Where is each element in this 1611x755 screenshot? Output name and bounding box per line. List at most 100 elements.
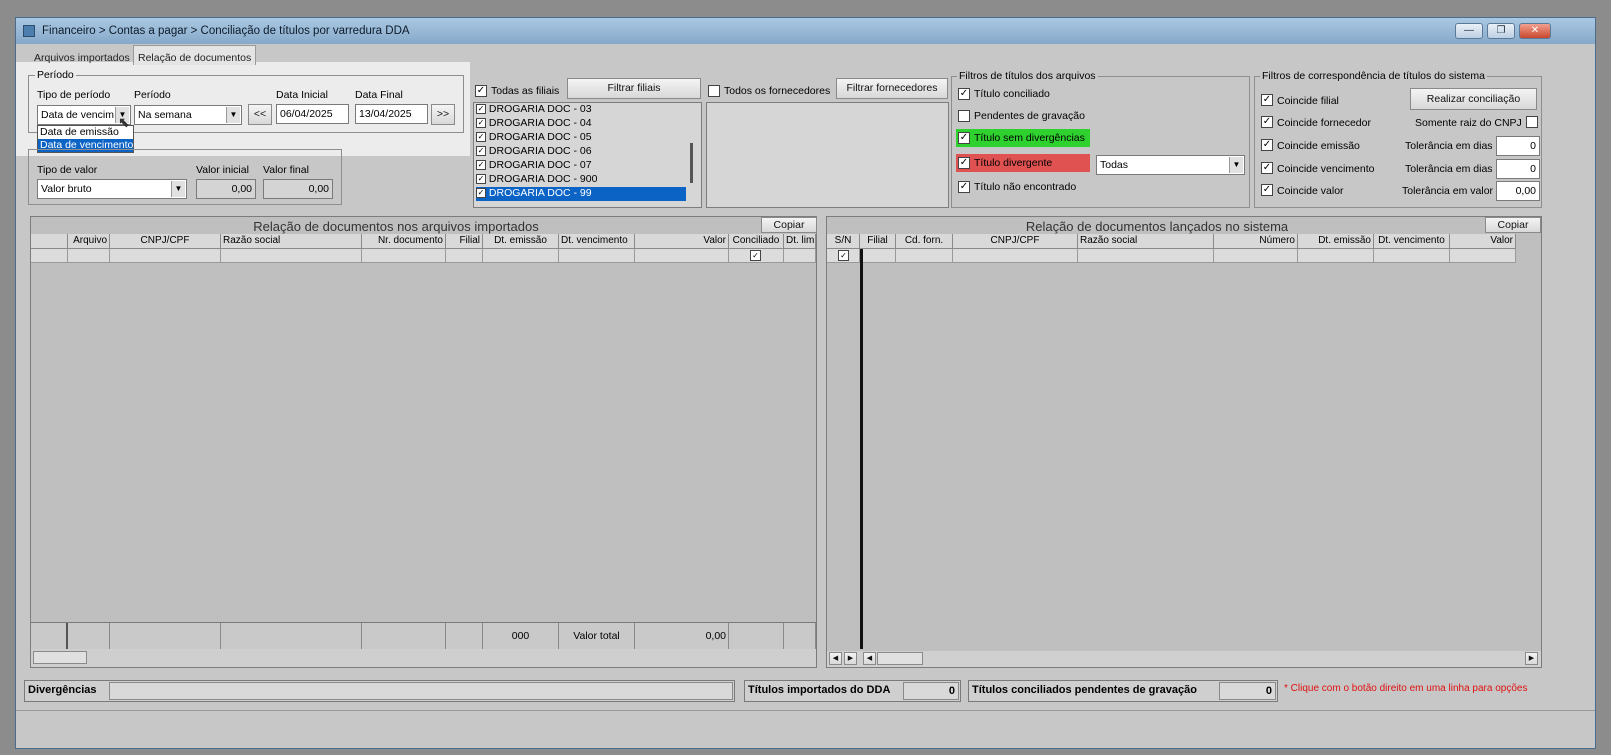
coincide-fornecedor-checkbox[interactable]: ✓ [1261, 116, 1273, 128]
column-header-arquivo[interactable]: Arquivo [68, 234, 110, 249]
next-period-button[interactable]: >> [431, 104, 455, 125]
filiais-scrollbar[interactable] [690, 143, 693, 183]
main-window: Financeiro > Contas a pagar > Conciliaçã… [15, 17, 1596, 749]
scroll-right-icon[interactable]: ▶ [1525, 652, 1538, 665]
valor-final-input[interactable]: 0,00 [263, 179, 333, 199]
table-cell[interactable] [1078, 249, 1214, 263]
column-header-blank [31, 234, 68, 249]
table-cell[interactable] [860, 249, 896, 263]
previous-period-button[interactable]: << [248, 104, 272, 125]
column-header-conciliado[interactable]: Conciliado [729, 234, 784, 249]
tab-relacao-documentos[interactable]: Relação de documentos [133, 45, 257, 65]
tipo-periodo-combo[interactable]: Data de vencim ▼ [37, 105, 131, 125]
table-cell[interactable] [953, 249, 1078, 263]
table-cell[interactable] [362, 249, 446, 263]
column-header-sn[interactable]: S/N [827, 234, 860, 249]
chevron-down-icon[interactable]: ▼ [226, 107, 240, 123]
filtrar-fornecedores-button[interactable]: Filtrar fornecedores [836, 78, 948, 99]
tolerancia-valor-input[interactable]: 0,00 [1496, 181, 1540, 201]
column-header-filial[interactable]: Filial [446, 234, 483, 249]
list-item[interactable]: ✓ DROGARIA DOC - 06 [476, 145, 686, 159]
column-header-filial[interactable]: Filial [860, 234, 896, 249]
column-header-razao[interactable]: Razão social [221, 234, 362, 249]
data-final-input[interactable]: 13/04/2025 [355, 104, 428, 124]
list-item-selected[interactable]: ✓ DROGARIA DOC - 99 [476, 187, 686, 201]
list-item[interactable]: ✓ DROGARIA DOC - 05 [476, 131, 686, 145]
filtrar-filiais-button[interactable]: Filtrar filiais [567, 78, 701, 99]
coincide-valor-checkbox[interactable]: ✓ [1261, 184, 1273, 196]
realizar-conciliacao-button[interactable]: Realizar conciliação [1410, 88, 1537, 110]
todas-filiais-checkbox[interactable]: ✓ [475, 85, 487, 97]
todos-fornecedores-checkbox[interactable] [708, 85, 720, 97]
tolerancia-emissao-input[interactable]: 0 [1496, 136, 1540, 156]
tolerancia-vencimento-input[interactable]: 0 [1496, 159, 1540, 179]
scrollbar-thumb[interactable] [33, 651, 87, 664]
maximize-button[interactable]: ❐ [1487, 23, 1515, 39]
scroll-left-icon[interactable]: ◀ [863, 652, 876, 665]
table-row[interactable]: ✓ [827, 249, 860, 263]
column-header-dt-emissao[interactable]: Dt. emissão [483, 234, 559, 249]
sn-checkbox[interactable]: ✓ [838, 250, 849, 261]
valor-inicial-input[interactable]: 0,00 [196, 179, 256, 199]
titulo-divergente-checkbox[interactable]: ✓ [958, 157, 970, 169]
table-cell[interactable] [68, 249, 110, 263]
titulo-conciliado-checkbox[interactable]: ✓ [958, 88, 970, 100]
coincide-vencimento-checkbox[interactable]: ✓ [1261, 162, 1273, 174]
coincide-emissao-checkbox[interactable]: ✓ [1261, 139, 1273, 151]
horizontal-scrollbar[interactable] [31, 649, 816, 667]
table-cell[interactable] [635, 249, 729, 263]
column-header-dt-vencimento[interactable]: Dt. vencimento [1374, 234, 1450, 249]
copy-left-button[interactable]: Copiar [761, 217, 817, 233]
table-cell[interactable] [784, 249, 816, 263]
column-header-valor[interactable]: Valor [635, 234, 729, 249]
column-header-dt-vencimento[interactable]: Dt. vencimento [559, 234, 635, 249]
column-header-cnpj[interactable]: CNPJ/CPF [110, 234, 221, 249]
tab-arquivos-importados[interactable]: Arquivos importados [30, 46, 134, 66]
column-header-razao[interactable]: Razão social [1078, 234, 1214, 249]
table-cell[interactable] [1374, 249, 1450, 263]
table-cell[interactable] [110, 249, 221, 263]
scrollbar-thumb[interactable] [877, 652, 923, 665]
table-cell[interactable] [446, 249, 483, 263]
column-header-nr-documento[interactable]: Nr. documento [362, 234, 446, 249]
minimize-button[interactable]: — [1455, 23, 1483, 39]
titulo-nao-encontrado-checkbox[interactable]: ✓ [958, 181, 970, 193]
data-inicial-input[interactable]: 06/04/2025 [276, 104, 349, 124]
table-row[interactable] [31, 249, 68, 263]
table-cell[interactable] [221, 249, 362, 263]
table-cell[interactable] [1214, 249, 1298, 263]
list-item[interactable]: ✓ DROGARIA DOC - 04 [476, 117, 686, 131]
column-header-dt-lim[interactable]: Dt. lim [784, 234, 816, 249]
column-header-dt-emissao[interactable]: Dt. emissão [1298, 234, 1374, 249]
list-item[interactable]: ✓ DROGARIA DOC - 03 [476, 103, 686, 117]
coincide-filial-checkbox[interactable]: ✓ [1261, 94, 1273, 106]
filtros-arquivos-legend: Filtros de títulos dos arquivos [957, 70, 1098, 82]
close-button[interactable]: ✕ [1519, 23, 1551, 39]
column-header-valor[interactable]: Valor [1450, 234, 1516, 249]
list-item[interactable]: ✓ DROGARIA DOC - 07 [476, 159, 686, 173]
list-item[interactable]: ✓ DROGARIA DOC - 900 [476, 173, 686, 187]
copy-right-button[interactable]: Copiar [1485, 217, 1541, 233]
chevron-down-icon[interactable]: ▼ [171, 181, 185, 197]
column-header-numero[interactable]: Número [1214, 234, 1298, 249]
table-cell[interactable] [1450, 249, 1516, 263]
titulo-sem-divergencias-checkbox[interactable]: ✓ [958, 132, 970, 144]
chevron-down-icon[interactable]: ▼ [1229, 157, 1243, 173]
table-cell[interactable] [559, 249, 635, 263]
periodo-combo[interactable]: Na semana ▼ [134, 105, 242, 125]
scroll-right-icon[interactable]: ▶ [844, 652, 857, 665]
table-cell[interactable] [896, 249, 953, 263]
somente-raiz-checkbox[interactable] [1526, 116, 1538, 128]
column-header-cd-forn[interactable]: Cd. forn. [896, 234, 953, 249]
pendentes-gravacao-checkbox[interactable] [958, 110, 970, 122]
horizontal-scrollbar[interactable]: ◀ ▶ ◀ ▶ [827, 651, 1541, 667]
tipo-valor-combo[interactable]: Valor bruto ▼ [37, 179, 187, 199]
fornecedores-list[interactable] [706, 102, 949, 208]
conciliado-checkbox[interactable]: ✓ [750, 250, 761, 261]
divergente-combo[interactable]: Todas ▼ [1096, 155, 1245, 175]
table-cell[interactable] [483, 249, 559, 263]
scroll-left-icon[interactable]: ◀ [829, 652, 842, 665]
column-header-cnpj[interactable]: CNPJ/CPF [953, 234, 1078, 249]
table-cell[interactable]: ✓ [729, 249, 784, 263]
table-cell[interactable] [1298, 249, 1374, 263]
